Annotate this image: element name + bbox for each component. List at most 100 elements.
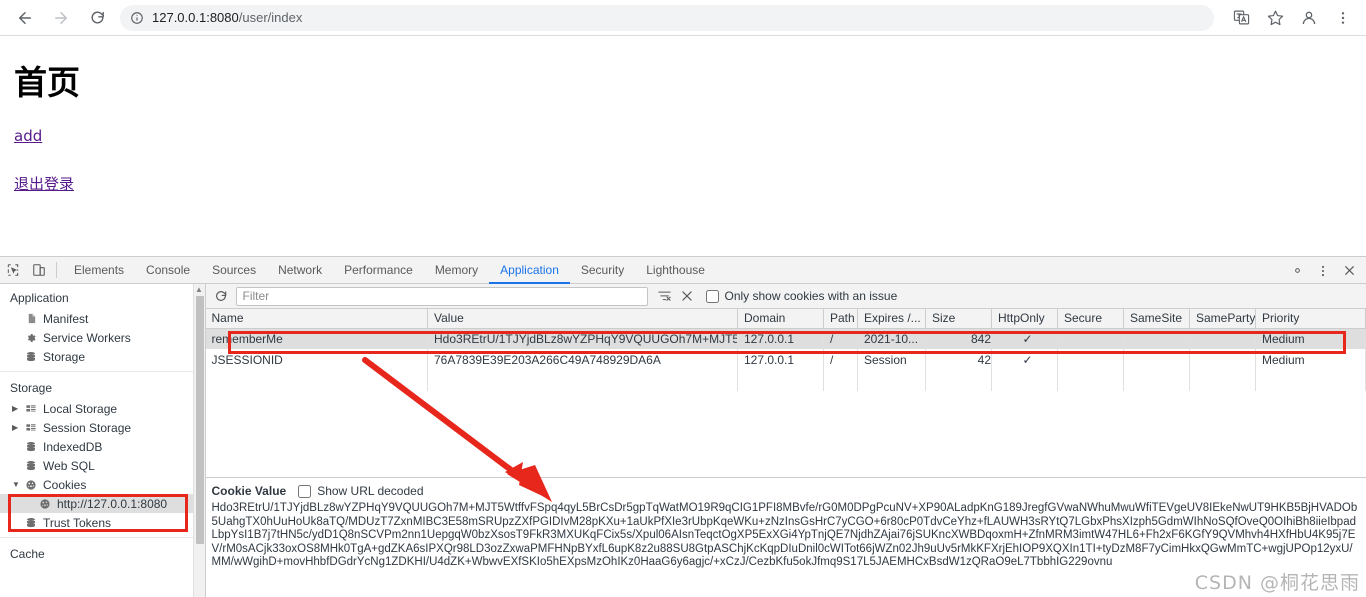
refresh-icon[interactable] bbox=[210, 285, 232, 307]
sidebar-item-indexeddb[interactable]: IndexedDB bbox=[0, 437, 205, 456]
col-header-size[interactable]: Size bbox=[925, 309, 992, 329]
cookies-table: Name Value Domain Path Expires /... Size… bbox=[205, 309, 1366, 391]
sidebar-divider bbox=[0, 537, 205, 538]
grid-icon bbox=[24, 421, 38, 435]
cell-httponly: ✓ bbox=[991, 349, 1058, 370]
sidebar-item-web-sql[interactable]: Web SQL bbox=[0, 456, 205, 475]
cookies-panel: Only show cookies with an issue bbox=[205, 284, 1366, 597]
add-link[interactable]: add bbox=[14, 127, 1358, 145]
chevron-right-icon[interactable]: ▶ bbox=[12, 399, 22, 418]
browser-toolbar: 127.0.0.1:8080/user/index bbox=[0, 0, 1366, 36]
col-header-path[interactable]: Path bbox=[823, 309, 858, 329]
sidebar-item-label: Trust Tokens bbox=[43, 515, 112, 530]
show-url-decoded-checkbox[interactable] bbox=[298, 484, 312, 498]
sidebar-item-session-storage[interactable]: ▶ Session Storage bbox=[0, 418, 205, 437]
col-header-expires[interactable]: Expires /... bbox=[857, 309, 926, 329]
col-header-name[interactable]: Name bbox=[205, 309, 428, 329]
cell-domain: 127.0.0.1 bbox=[737, 328, 824, 349]
profile-avatar-icon[interactable] bbox=[1294, 3, 1324, 33]
settings-gear-icon[interactable] bbox=[1284, 258, 1310, 284]
col-header-httponly[interactable]: HttpOnly bbox=[991, 309, 1058, 329]
sidebar-item-label: Local Storage bbox=[43, 401, 118, 416]
tab-security[interactable]: Security bbox=[570, 257, 635, 284]
tab-performance[interactable]: Performance bbox=[333, 257, 424, 284]
logout-link[interactable]: 退出登录 bbox=[14, 173, 1358, 194]
sidebar-item-label: Manifest bbox=[43, 311, 89, 326]
cell-path: / bbox=[823, 328, 858, 349]
tab-application[interactable]: Application bbox=[489, 257, 570, 284]
reload-icon[interactable] bbox=[82, 3, 112, 33]
translate-icon[interactable] bbox=[1226, 3, 1256, 33]
cell-expires: 2021-10... bbox=[857, 328, 926, 349]
forward-arrow-icon[interactable] bbox=[46, 3, 76, 33]
tab-network[interactable]: Network bbox=[267, 257, 333, 284]
scroll-up-arrow-icon[interactable]: ▲ bbox=[194, 284, 205, 296]
bookmark-star-icon[interactable] bbox=[1260, 3, 1290, 33]
clear-filter-icon[interactable] bbox=[654, 285, 676, 307]
tab-console[interactable]: Console bbox=[135, 257, 201, 284]
sidebar-item-cookie-origin[interactable]: http://127.0.0.1:8080 bbox=[0, 494, 205, 513]
document-icon bbox=[24, 312, 38, 326]
cookie-value-text[interactable]: Hdo3REtrU/1TJYjdBLz8wYZPHqY9VQUUGOh7M+MJ… bbox=[212, 502, 1359, 570]
database-icon bbox=[24, 516, 38, 530]
address-bar[interactable]: 127.0.0.1:8080/user/index bbox=[120, 4, 1214, 31]
devtools-menu-icon[interactable] bbox=[1310, 258, 1336, 284]
chevron-right-icon[interactable]: ▶ bbox=[12, 418, 22, 437]
sidebar-item-label: Storage bbox=[43, 349, 86, 364]
show-url-decoded-label: Show URL decoded bbox=[317, 484, 424, 498]
address-bar-text: 127.0.0.1:8080/user/index bbox=[152, 10, 302, 25]
device-toolbar-icon[interactable] bbox=[26, 257, 52, 283]
sidebar-item-manifest[interactable]: Manifest bbox=[0, 309, 205, 328]
sidebar-item-service-workers[interactable]: Service Workers bbox=[0, 328, 205, 347]
sidebar-item-label: http://127.0.0.1:8080 bbox=[57, 496, 168, 511]
gear-icon bbox=[24, 331, 38, 345]
sidebar-item-local-storage[interactable]: ▶ Local Storage bbox=[0, 399, 205, 418]
col-header-secure[interactable]: Secure bbox=[1057, 309, 1124, 329]
scrollbar-thumb[interactable] bbox=[195, 296, 204, 544]
page-content: 首页 add 退出登录 bbox=[0, 37, 1366, 256]
filter-input[interactable] bbox=[235, 286, 648, 306]
tab-sources[interactable]: Sources bbox=[201, 257, 267, 284]
cookies-table-container[interactable]: Name Value Domain Path Expires /... Size… bbox=[205, 309, 1366, 477]
table-row[interactable]: rememberMe Hdo3REtrU/1TJYjdBLz8wYZPHqY9V… bbox=[205, 328, 1366, 349]
site-info-icon[interactable] bbox=[130, 11, 144, 25]
sidebar-item-storage[interactable]: Storage bbox=[0, 347, 205, 366]
cell-value: Hdo3REtrU/1TJYjdBLz8wYZPHqY9VQUUGOh7M+MJ… bbox=[427, 328, 738, 349]
clear-all-cookies-icon[interactable] bbox=[676, 285, 698, 307]
database-icon bbox=[24, 459, 38, 473]
cookie-value-pane: Cookie Value Show URL decoded Hdo3REtrU/… bbox=[205, 477, 1366, 597]
inspect-element-icon[interactable] bbox=[0, 257, 26, 283]
col-header-sameparty[interactable]: SameParty bbox=[1189, 309, 1256, 329]
show-url-decoded-wrapper[interactable]: Show URL decoded bbox=[298, 484, 424, 498]
only-issues-checkbox-wrapper[interactable]: Only show cookies with an issue bbox=[705, 289, 897, 303]
col-header-value[interactable]: Value bbox=[427, 309, 738, 329]
screenshot-root: 127.0.0.1:8080/user/index 首页 add 退出登录 El… bbox=[0, 0, 1366, 597]
grid-icon bbox=[24, 402, 38, 416]
sidebar-item-label: IndexedDB bbox=[43, 439, 103, 454]
only-issues-checkbox[interactable] bbox=[705, 289, 719, 303]
cookie-value-header: Cookie Value Show URL decoded bbox=[212, 484, 1359, 498]
cell-samesite bbox=[1123, 328, 1190, 349]
chevron-down-icon[interactable]: ▼ bbox=[12, 475, 22, 494]
cell-path: / bbox=[823, 349, 858, 370]
col-header-priority[interactable]: Priority bbox=[1255, 309, 1366, 329]
cell-secure bbox=[1057, 328, 1124, 349]
cell-secure bbox=[1057, 349, 1124, 370]
col-header-domain[interactable]: Domain bbox=[737, 309, 824, 329]
tab-memory[interactable]: Memory bbox=[424, 257, 489, 284]
table-row[interactable]: JSESSIONID 76A7839E39E203A266C49A748929D… bbox=[205, 349, 1366, 370]
close-devtools-icon[interactable] bbox=[1336, 258, 1362, 284]
sidebar-item-trust-tokens[interactable]: Trust Tokens bbox=[0, 513, 205, 532]
back-arrow-icon[interactable] bbox=[10, 3, 40, 33]
devtools-sidebar: Application Manifest Service Workers Sto… bbox=[0, 284, 206, 597]
sidebar-item-cookies[interactable]: ▼ Cookies bbox=[0, 475, 205, 494]
devtools-tabbar-actions bbox=[1284, 257, 1366, 284]
sidebar-section-application: Application bbox=[10, 291, 69, 305]
cell-expires: Session bbox=[857, 349, 926, 370]
tab-elements[interactable]: Elements bbox=[63, 257, 135, 284]
browser-menu-icon[interactable] bbox=[1328, 3, 1358, 33]
url-host: 127.0.0.1:8080 bbox=[152, 10, 239, 25]
sidebar-scrollbar[interactable]: ▲ bbox=[192, 284, 205, 597]
tab-lighthouse[interactable]: Lighthouse bbox=[635, 257, 716, 284]
col-header-samesite[interactable]: SameSite bbox=[1123, 309, 1190, 329]
